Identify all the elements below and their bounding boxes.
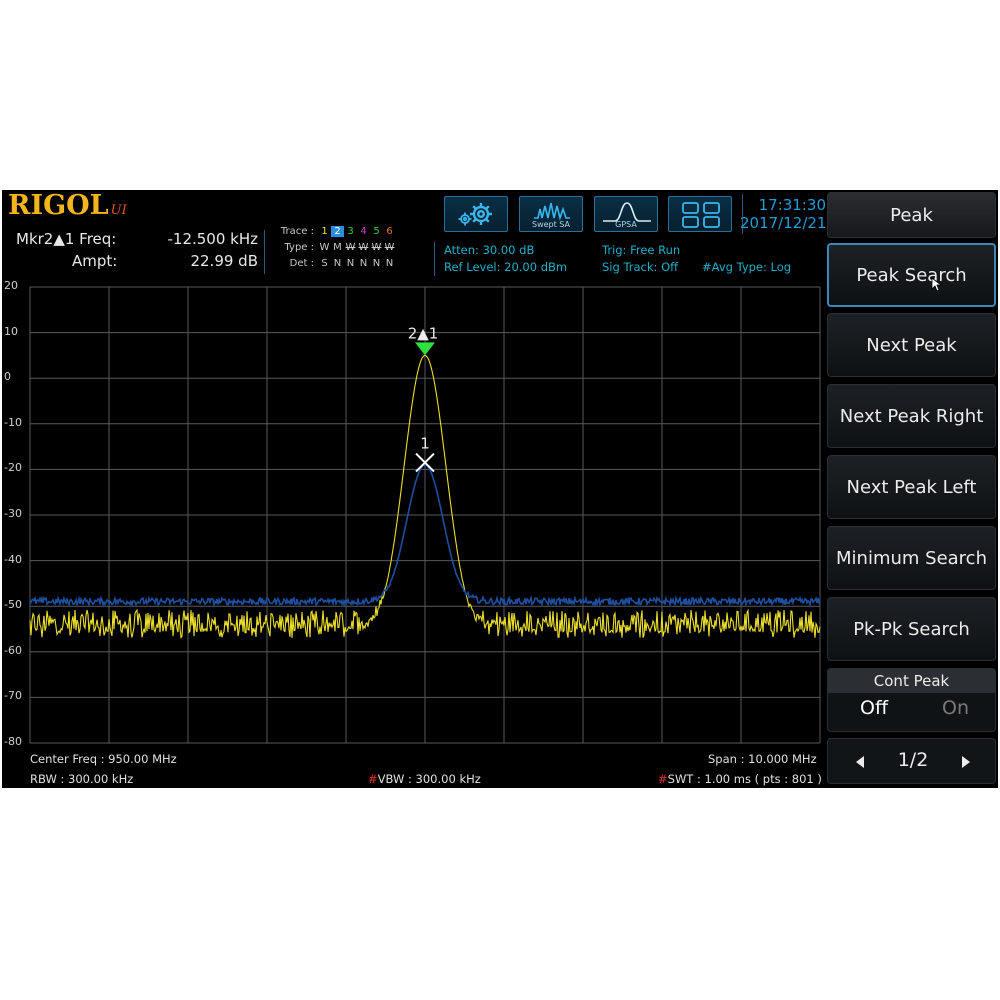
marker-2-label: 2▲1 bbox=[408, 324, 439, 342]
y-tick-label: -20 bbox=[4, 461, 22, 475]
swt-info: #SWT : 1.00 ms ( pts : 801 ) bbox=[658, 772, 822, 786]
y-tick-label: -80 bbox=[4, 735, 22, 748]
y-tick-label: -30 bbox=[4, 507, 22, 520]
menu-title-peak: Peak bbox=[827, 192, 996, 238]
y-tick-label: -40 bbox=[4, 552, 22, 566]
y-tick-label: 0 bbox=[4, 370, 11, 384]
y-tick-label: 20 bbox=[4, 279, 18, 292]
cont-peak-off[interactable]: Off bbox=[860, 697, 888, 719]
marker-2-triangle bbox=[415, 342, 435, 356]
menu-pager: 1/2 bbox=[827, 738, 996, 784]
next-page-icon[interactable] bbox=[960, 755, 972, 769]
span: Span : 10.000 MHz bbox=[708, 752, 817, 766]
minimum-search-button[interactable]: Minimum Search bbox=[827, 526, 996, 590]
cont-peak-label: Cont Peak bbox=[828, 669, 995, 693]
vbw-flag: # bbox=[368, 772, 378, 786]
swt-flag: # bbox=[658, 772, 668, 786]
y-tick-label: -50 bbox=[4, 598, 22, 612]
spectrum-plot[interactable]: 2▲1 1 bbox=[2, 190, 828, 788]
next-peak-right-button[interactable]: Next Peak Right bbox=[827, 384, 996, 448]
rbw: RBW : 300.00 kHz bbox=[30, 772, 134, 786]
pk-pk-search-button[interactable]: Pk-Pk Search bbox=[827, 597, 996, 661]
peak-search-button[interactable]: Peak Search bbox=[827, 243, 996, 307]
y-tick-label: -60 bbox=[4, 643, 22, 657]
cont-peak-on[interactable]: On bbox=[942, 697, 969, 719]
page-indicator: 1/2 bbox=[897, 749, 929, 771]
peak-search-label: Peak Search bbox=[856, 264, 967, 286]
center-freq: Center Freq : 950.00 MHz bbox=[30, 752, 177, 766]
previous-page-icon[interactable] bbox=[854, 755, 866, 769]
mouse-cursor-icon bbox=[931, 277, 943, 292]
analyzer-screen: RIGOL UI Mkr2▲1 Freq: -12.500 kHz Ampt: 2… bbox=[2, 190, 998, 788]
y-tick-label: 10 bbox=[4, 324, 18, 338]
next-peak-left-button[interactable]: Next Peak Left bbox=[827, 455, 996, 519]
cont-peak-toggle[interactable]: Cont Peak Off On bbox=[827, 668, 996, 732]
y-tick-label: -70 bbox=[4, 689, 22, 703]
vbw-info: #VBW : 300.00 kHz bbox=[368, 772, 481, 786]
marker-1-label: 1 bbox=[420, 435, 430, 453]
y-tick-label: -10 bbox=[4, 415, 22, 429]
next-peak-button[interactable]: Next Peak bbox=[827, 313, 996, 377]
vbw: VBW : 300.00 kHz bbox=[377, 772, 481, 786]
swt: SWT : 1.00 ms ( pts : 801 ) bbox=[667, 772, 822, 786]
